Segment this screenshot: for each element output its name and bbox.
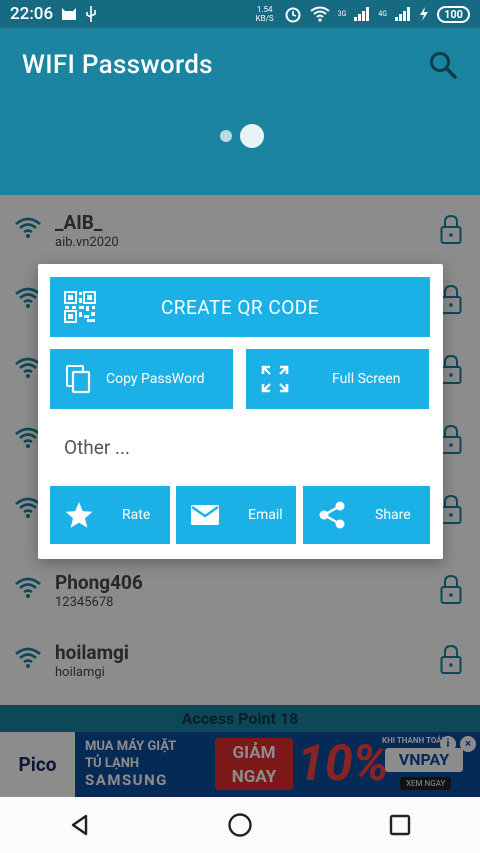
recents-button[interactable] xyxy=(380,805,420,845)
clock: 22:06 xyxy=(10,4,54,24)
page-indicator[interactable] xyxy=(220,124,264,148)
app-bar: WIFI Passwords xyxy=(0,28,480,195)
charging-icon xyxy=(420,7,429,21)
alarm-icon xyxy=(285,7,301,23)
rate-label: Rate xyxy=(122,507,151,523)
back-button[interactable] xyxy=(60,805,100,845)
other-section-label: Other ... xyxy=(64,436,131,459)
home-icon xyxy=(228,813,252,837)
qr-code-icon xyxy=(64,291,96,323)
status-bar: 22:06 1.54 KB/S 3G 4G 100 xyxy=(0,0,480,28)
email-icon xyxy=(191,505,219,525)
options-dialog: CREATE QR CODE Copy PassWord Full Screen… xyxy=(38,264,443,559)
email-label: Email xyxy=(248,507,283,523)
search-icon[interactable] xyxy=(428,50,458,80)
create-qr-button[interactable]: CREATE QR CODE xyxy=(50,277,430,337)
navigation-bar xyxy=(0,797,480,853)
copy-password-label: Copy PassWord xyxy=(106,371,205,387)
fullscreen-icon xyxy=(261,365,289,393)
back-icon xyxy=(71,814,88,836)
app-title: WIFI Passwords xyxy=(22,50,213,80)
cat-notification-icon xyxy=(62,8,77,20)
net-type-2: 4G xyxy=(378,10,388,18)
signal-icon-1 xyxy=(354,7,370,21)
battery-level: 100 xyxy=(437,5,470,23)
net-speed: 1.54 KB/S xyxy=(255,5,274,23)
page-dot-active[interactable] xyxy=(240,124,264,148)
home-button[interactable] xyxy=(220,805,260,845)
share-button[interactable]: Share xyxy=(303,486,430,544)
full-screen-button[interactable]: Full Screen xyxy=(246,349,429,409)
rate-button[interactable]: Rate xyxy=(50,486,170,544)
copy-password-button[interactable]: Copy PassWord xyxy=(50,349,233,409)
net-type-1: 3G xyxy=(337,10,347,18)
usb-icon xyxy=(86,6,96,22)
recents-icon xyxy=(389,814,411,836)
wifi-status-icon xyxy=(310,6,330,22)
copy-icon xyxy=(66,365,91,394)
signal-icon-2 xyxy=(395,7,411,21)
create-qr-label: CREATE QR CODE xyxy=(160,295,320,319)
star-icon xyxy=(65,502,93,528)
email-button[interactable]: Email xyxy=(176,486,296,544)
page-dot[interactable] xyxy=(220,130,232,142)
full-screen-label: Full Screen xyxy=(332,371,401,387)
share-label: Share xyxy=(375,507,411,523)
share-icon xyxy=(319,501,345,529)
